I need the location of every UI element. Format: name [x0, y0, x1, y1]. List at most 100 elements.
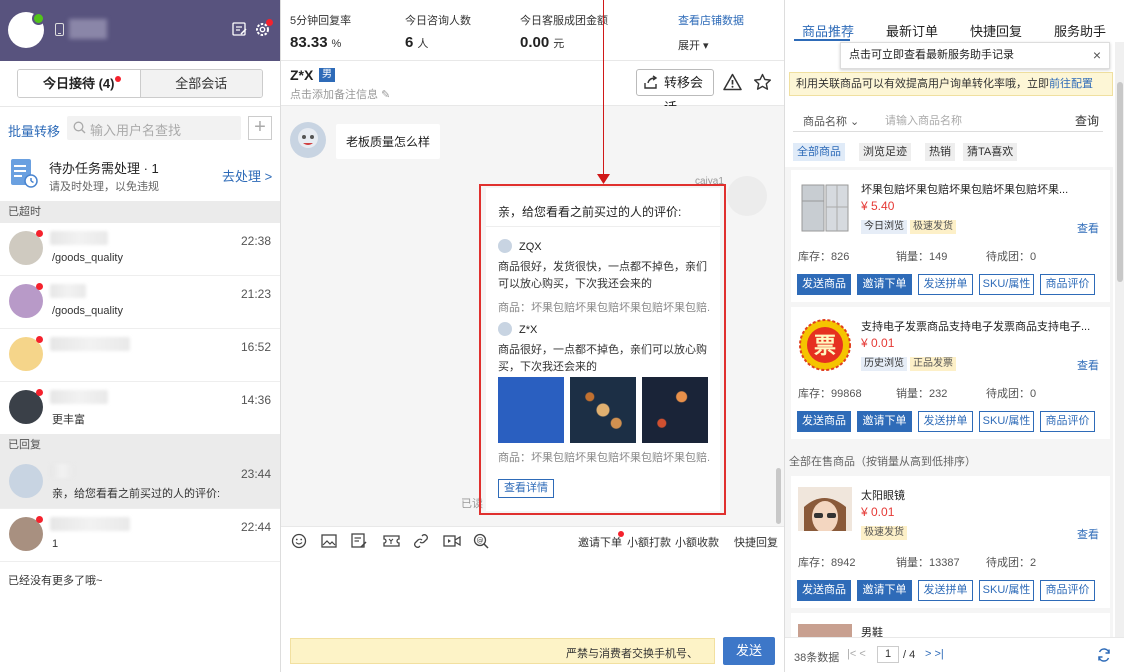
search-product-icon[interactable]: @ [473, 533, 489, 549]
stat-value: 6人 [405, 34, 471, 51]
chat-scrollbar[interactable] [776, 468, 781, 524]
conversation-item-selected[interactable]: 23:44 亲，给您看看之前买过的人的评价: [0, 456, 280, 509]
svg-text:@: @ [477, 537, 484, 545]
prev-page-buttons[interactable]: |< < [847, 648, 866, 660]
scrollbar-thumb[interactable] [1117, 82, 1123, 282]
notice-text: 利用关联商品可以有效提高用户询单转化率哦，立即 [796, 78, 1049, 90]
video-icon[interactable] [443, 533, 461, 549]
view-product-link[interactable]: 查看 [1077, 220, 1099, 236]
expand-dropdown[interactable]: 展开 ▾ [678, 37, 709, 53]
add-note-link[interactable]: 点击添加备注信息 ✎ [290, 86, 390, 102]
review-image[interactable] [642, 377, 708, 443]
batch-transfer-link[interactable]: 批量转移 [8, 121, 60, 140]
stat-group-amount: 今日客服成团金额 0.00 元 [520, 12, 608, 51]
reviewer-name: Z*X [519, 324, 538, 336]
small-collection-button[interactable]: 小额收款 [675, 534, 719, 550]
send-button[interactable]: 发送 [723, 637, 775, 665]
review-image[interactable] [498, 377, 564, 443]
conversation-item[interactable]: 21:23 /goods_quality [0, 276, 280, 329]
product-list-scrollbar[interactable] [1115, 42, 1124, 637]
tab-all-sessions[interactable]: 全部会话 [139, 70, 262, 97]
conversation-item[interactable]: 14:36 更丰富 [0, 382, 280, 435]
invite-order-button[interactable]: 邀请下单 [857, 274, 912, 295]
invite-order-button[interactable]: 邀请下单 [857, 580, 912, 601]
svg-text:票: 票 [814, 334, 836, 359]
star-icon[interactable] [753, 73, 772, 91]
view-shop-data-link[interactable]: 查看店铺数据 [678, 12, 744, 28]
send-product-button[interactable]: 发送商品 [797, 580, 851, 601]
review-product: 商品：坏果包赔坏果包赔坏果包赔坏果包赔... [498, 302, 710, 314]
conversation-time: 22:44 [240, 520, 271, 534]
todo-task-banner[interactable]: 待办任务需处理 · 1 请及时处理，以免违规 去处理 > [0, 149, 280, 201]
stat-number: 0.00 [520, 34, 550, 51]
tab-latest-orders[interactable]: 最新订单 [886, 21, 938, 40]
customer-name [50, 390, 108, 404]
query-button[interactable]: 查询 [1075, 112, 1099, 129]
conversation-item[interactable]: 16:52 [0, 329, 280, 382]
product-stock: 库存：99868 [798, 388, 862, 400]
small-payment-button[interactable]: 小额打款 [627, 534, 671, 550]
close-icon[interactable]: × [1093, 43, 1101, 68]
view-details-button[interactable]: 查看详情 [498, 479, 554, 498]
product-tag: 正品发票 [910, 357, 956, 371]
review-card-message: 亲，给您看看之前买过的人的评价: ZQX 商品很好，发货很快，一点都不掉色，亲们… [486, 188, 720, 511]
sku-attribute-button[interactable]: SKU/属性 [979, 580, 1034, 601]
view-product-link[interactable]: 查看 [1077, 526, 1099, 542]
send-group-order-button[interactable]: 发送拼单 [918, 580, 973, 601]
quick-reply-button[interactable]: 快捷回复 [734, 534, 778, 550]
search-input[interactable]: 输入用户名查找 [67, 116, 241, 140]
tab-today[interactable]: 今日接待 (4) [18, 70, 140, 97]
conversation-last-message: /goods_quality [52, 305, 123, 317]
active-tab-indicator [794, 39, 850, 41]
product-tag: 极速发货 [861, 526, 907, 540]
next-page-buttons[interactable]: > >| [925, 648, 944, 660]
product-review-button[interactable]: 商品评价 [1040, 274, 1095, 295]
invite-order-button[interactable]: 邀请下单 [578, 534, 622, 550]
chip-all-products[interactable]: 全部商品 [793, 143, 845, 161]
conversation-last-message: 亲，给您看看之前买过的人的评价: [52, 488, 221, 500]
conversation-item[interactable]: 22:38 /goods_quality [0, 223, 280, 276]
tab-service-assistant[interactable]: 服务助手 [1054, 21, 1106, 40]
phone-icon[interactable] [55, 23, 64, 36]
send-product-button[interactable]: 发送商品 [797, 411, 851, 432]
service-assistant-tooltip[interactable]: 点击可立即查看最新服务助手记录 × [840, 42, 1110, 69]
tab-product-recommend[interactable]: 商品推荐 [802, 21, 854, 40]
sku-attribute-button[interactable]: SKU/属性 [979, 274, 1034, 295]
sku-attribute-button[interactable]: SKU/属性 [979, 411, 1034, 432]
edit-icon[interactable] [232, 22, 247, 37]
handle-task-link[interactable]: 去处理 > [222, 166, 272, 185]
add-button[interactable]: + [248, 116, 272, 140]
search-field-select[interactable]: 商品名称 ⌄ [803, 113, 859, 129]
page-number-input[interactable]: 1 [877, 646, 899, 663]
unread-dot [36, 516, 43, 523]
send-group-order-button[interactable]: 发送拼单 [918, 274, 973, 295]
chip-hot[interactable]: 热销 [925, 143, 955, 161]
invite-order-button[interactable]: 邀请下单 [857, 411, 912, 432]
product-review-button[interactable]: 商品评价 [1040, 411, 1095, 432]
transfer-session-button[interactable]: 转移会话 [636, 69, 714, 115]
chip-guess-like[interactable]: 猜TA喜欢 [963, 143, 1018, 161]
go-config-link[interactable]: 前往配置 [1049, 78, 1093, 90]
review-image[interactable] [570, 377, 636, 443]
chip-browse-history[interactable]: 浏览足迹 [859, 143, 911, 161]
product-search-input[interactable]: 请输入商品名称 [885, 112, 962, 128]
product-image-sunglasses[interactable] [798, 487, 852, 541]
assistant-panel: 商品推荐 最新订单 快捷回复 服务助手 利用关联商品可以有效提高用户询单转化率哦… [784, 0, 1124, 672]
message-input[interactable]: 严禁与消费者交换手机号、 [290, 638, 715, 664]
product-tag: 极速发货 [910, 220, 956, 234]
warning-icon[interactable] [723, 73, 742, 91]
coupon-icon[interactable] [383, 533, 400, 549]
product-review-button[interactable]: 商品评价 [1040, 580, 1095, 601]
conversation-item[interactable]: 22:44 1 [0, 509, 280, 562]
send-product-button[interactable]: 发送商品 [797, 274, 851, 295]
view-product-link[interactable]: 查看 [1077, 357, 1099, 373]
refresh-icon[interactable] [1097, 648, 1111, 662]
image-icon[interactable] [321, 533, 337, 549]
product-image-invoice-badge[interactable]: 票 [798, 318, 852, 372]
quick-phrase-icon[interactable] [351, 533, 367, 549]
send-group-order-button[interactable]: 发送拼单 [918, 411, 973, 432]
product-image-fridge[interactable] [798, 181, 852, 235]
link-icon[interactable] [413, 533, 429, 549]
emoji-icon[interactable] [291, 533, 307, 549]
tab-quick-reply[interactable]: 快捷回复 [970, 21, 1022, 40]
